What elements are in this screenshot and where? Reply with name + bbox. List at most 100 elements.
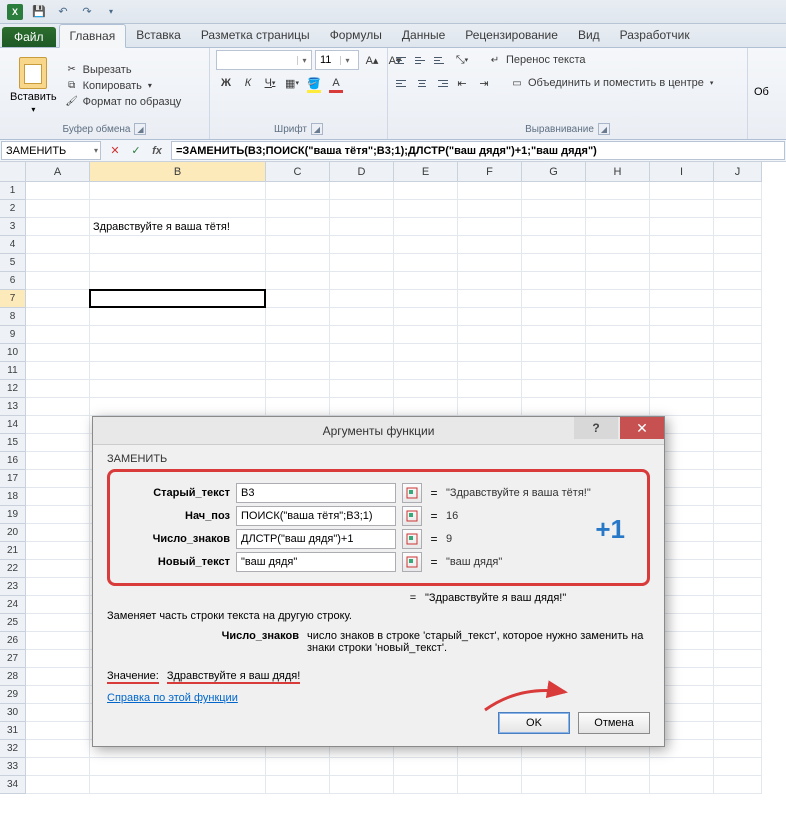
cell[interactable] bbox=[650, 272, 714, 290]
cell[interactable] bbox=[714, 686, 762, 704]
cell[interactable] bbox=[26, 362, 90, 380]
qat-customize-icon[interactable]: ▾ bbox=[100, 2, 122, 22]
save-icon[interactable]: 💾 bbox=[28, 2, 50, 22]
row-header[interactable]: 17 bbox=[0, 470, 26, 488]
cell[interactable] bbox=[266, 344, 330, 362]
row-header[interactable]: 32 bbox=[0, 740, 26, 758]
cell[interactable] bbox=[266, 200, 330, 218]
cell[interactable] bbox=[522, 182, 586, 200]
cell[interactable] bbox=[714, 776, 762, 794]
cell[interactable] bbox=[266, 182, 330, 200]
cancel-button[interactable]: Отмена bbox=[578, 712, 650, 734]
cell[interactable] bbox=[714, 272, 762, 290]
row-header[interactable]: 16 bbox=[0, 452, 26, 470]
italic-button[interactable]: К bbox=[238, 73, 258, 93]
copy-button[interactable]: ⧉Копировать▾ bbox=[65, 78, 182, 94]
cell[interactable] bbox=[90, 380, 266, 398]
row-header[interactable]: 18 bbox=[0, 488, 26, 506]
font-family-combo[interactable]: ▾ bbox=[216, 50, 312, 70]
row-header[interactable]: 13 bbox=[0, 398, 26, 416]
cell[interactable] bbox=[650, 326, 714, 344]
row-header[interactable]: 10 bbox=[0, 344, 26, 362]
cell[interactable] bbox=[26, 776, 90, 794]
cell[interactable] bbox=[714, 362, 762, 380]
row-header[interactable]: 20 bbox=[0, 524, 26, 542]
column-header[interactable]: C bbox=[266, 162, 330, 182]
cell[interactable] bbox=[714, 578, 762, 596]
cell[interactable] bbox=[266, 290, 330, 308]
cell[interactable] bbox=[330, 758, 394, 776]
cell[interactable] bbox=[26, 686, 90, 704]
excel-app-icon[interactable]: X bbox=[4, 2, 26, 22]
range-selector-icon[interactable] bbox=[402, 483, 422, 503]
cell[interactable] bbox=[394, 380, 458, 398]
column-header[interactable]: A bbox=[26, 162, 90, 182]
cell[interactable] bbox=[266, 308, 330, 326]
font-size-combo[interactable]: ▾ bbox=[315, 50, 359, 70]
cell[interactable] bbox=[522, 758, 586, 776]
cell[interactable] bbox=[458, 272, 522, 290]
cell[interactable] bbox=[458, 254, 522, 272]
paste-button[interactable]: Вставить ▾ bbox=[6, 55, 61, 116]
row-header[interactable]: 28 bbox=[0, 668, 26, 686]
row-header[interactable]: 7 bbox=[0, 290, 26, 308]
cell[interactable] bbox=[714, 506, 762, 524]
cell[interactable] bbox=[90, 362, 266, 380]
align-top-icon[interactable] bbox=[394, 52, 412, 68]
cell[interactable] bbox=[650, 254, 714, 272]
cell[interactable] bbox=[714, 596, 762, 614]
cell[interactable] bbox=[394, 290, 458, 308]
cell[interactable] bbox=[522, 290, 586, 308]
row-header[interactable]: 24 bbox=[0, 596, 26, 614]
cell[interactable] bbox=[522, 398, 586, 416]
clipboard-dialog-launcher[interactable]: ◢ bbox=[134, 123, 146, 135]
cell[interactable] bbox=[26, 290, 90, 308]
argument-input[interactable] bbox=[236, 552, 396, 572]
row-header[interactable]: 33 bbox=[0, 758, 26, 776]
cell[interactable] bbox=[522, 362, 586, 380]
cell[interactable] bbox=[650, 200, 714, 218]
cell[interactable] bbox=[714, 470, 762, 488]
column-header[interactable]: F bbox=[458, 162, 522, 182]
cell[interactable] bbox=[650, 308, 714, 326]
cell[interactable] bbox=[26, 650, 90, 668]
cell[interactable] bbox=[458, 308, 522, 326]
cell[interactable] bbox=[458, 380, 522, 398]
cell[interactable] bbox=[586, 398, 650, 416]
cell[interactable] bbox=[394, 776, 458, 794]
align-left-icon[interactable] bbox=[394, 75, 412, 91]
cell[interactable] bbox=[650, 776, 714, 794]
cell[interactable] bbox=[394, 218, 458, 236]
cell[interactable] bbox=[650, 218, 714, 236]
cell[interactable] bbox=[26, 326, 90, 344]
cell[interactable] bbox=[458, 218, 522, 236]
row-header[interactable]: 21 bbox=[0, 542, 26, 560]
argument-input[interactable] bbox=[236, 483, 396, 503]
dialog-help-icon[interactable]: ? bbox=[574, 417, 618, 439]
range-selector-icon[interactable] bbox=[402, 506, 422, 526]
column-header[interactable]: I bbox=[650, 162, 714, 182]
cell[interactable] bbox=[266, 380, 330, 398]
row-header[interactable]: 4 bbox=[0, 236, 26, 254]
insert-function-icon[interactable]: fx bbox=[148, 142, 166, 160]
cell[interactable] bbox=[26, 470, 90, 488]
cell[interactable] bbox=[394, 362, 458, 380]
align-bottom-icon[interactable] bbox=[432, 52, 450, 68]
cell[interactable] bbox=[458, 326, 522, 344]
cell[interactable] bbox=[90, 398, 266, 416]
alignment-dialog-launcher[interactable]: ◢ bbox=[598, 123, 610, 135]
cell[interactable] bbox=[522, 344, 586, 362]
underline-button[interactable]: Ч▾ bbox=[260, 73, 280, 93]
cell[interactable] bbox=[714, 740, 762, 758]
cell[interactable] bbox=[714, 344, 762, 362]
cell[interactable] bbox=[90, 308, 266, 326]
cell[interactable] bbox=[266, 326, 330, 344]
function-help-link[interactable]: Справка по этой функции bbox=[107, 692, 238, 704]
cell[interactable] bbox=[714, 542, 762, 560]
dialog-close-icon[interactable]: ✕ bbox=[620, 417, 664, 439]
cell[interactable] bbox=[714, 434, 762, 452]
cell[interactable] bbox=[394, 344, 458, 362]
cell[interactable] bbox=[458, 200, 522, 218]
cell[interactable] bbox=[330, 308, 394, 326]
row-header[interactable]: 29 bbox=[0, 686, 26, 704]
